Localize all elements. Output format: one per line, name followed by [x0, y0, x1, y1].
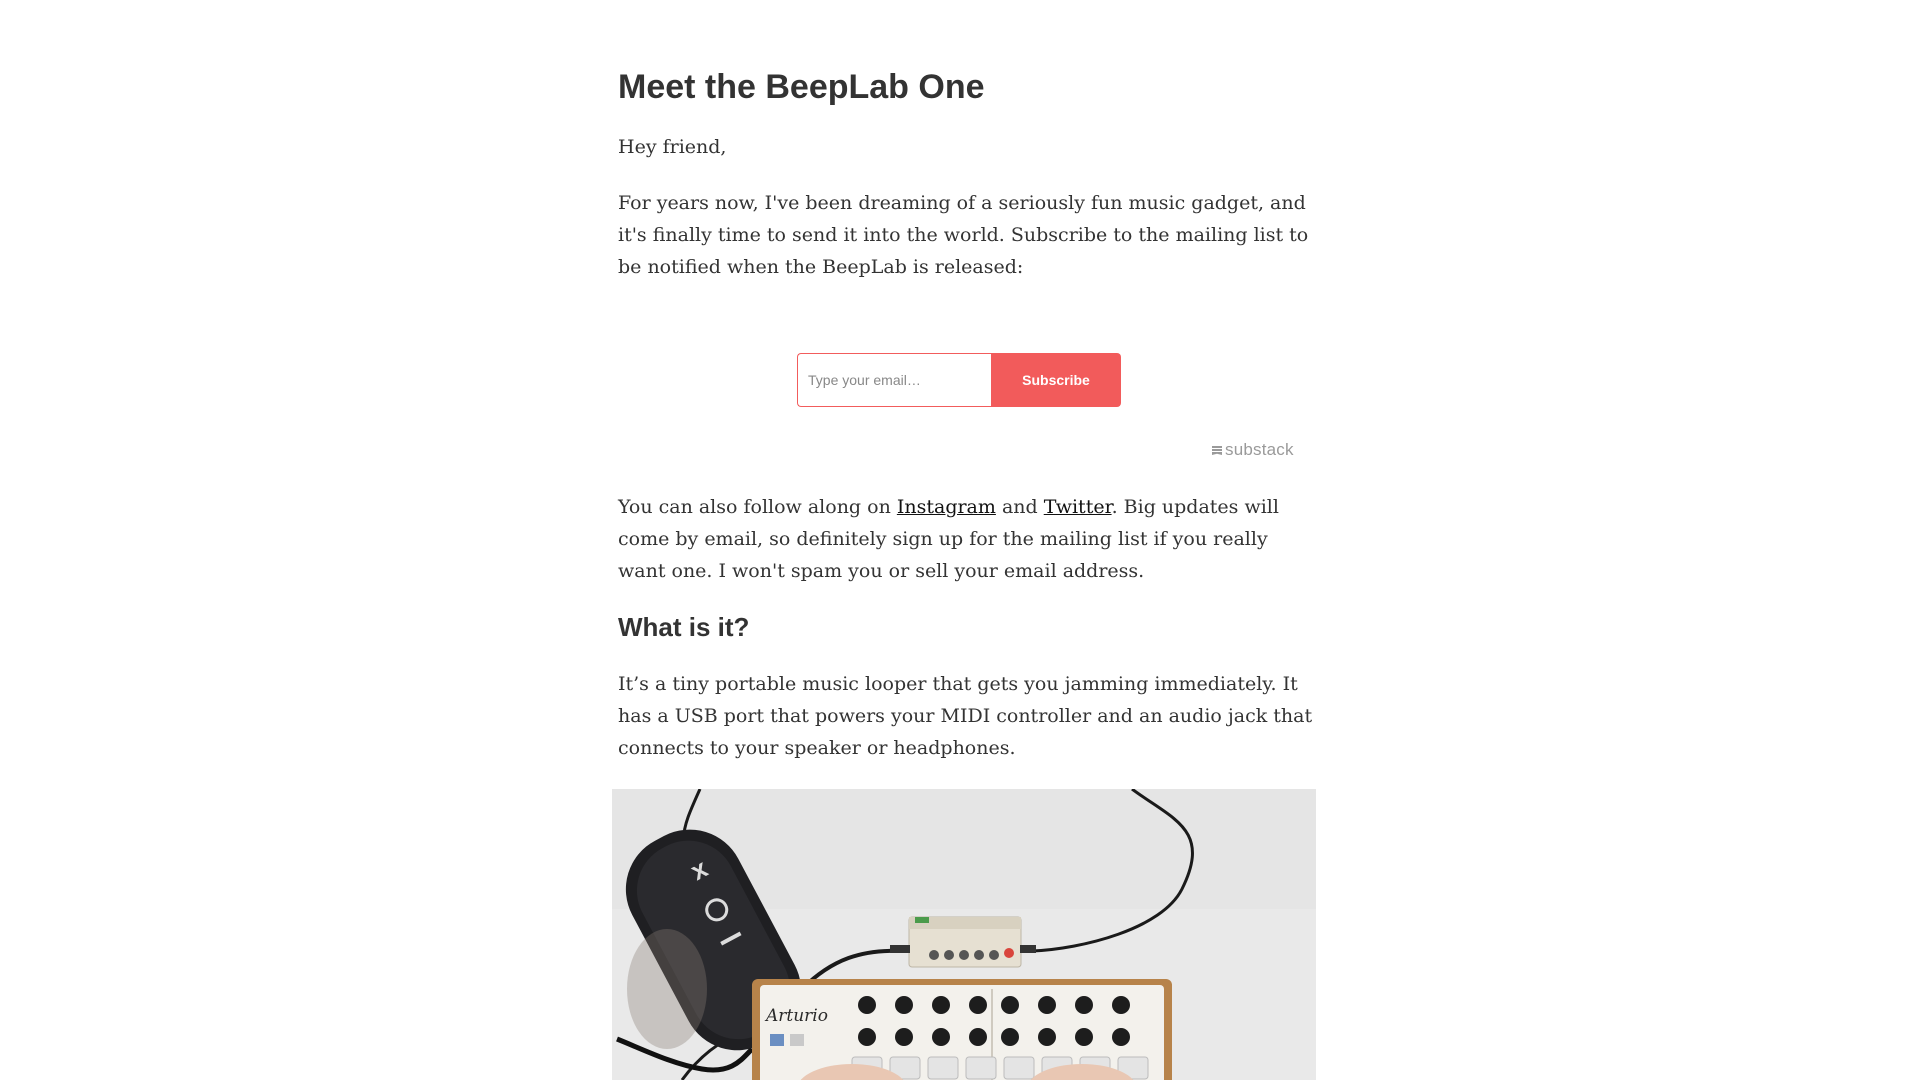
intro-paragraph: For years now, I've been dreaming of a s… [618, 192, 1309, 278]
page-title: Meet the BeepLab One [618, 68, 985, 106]
email-input[interactable] [797, 353, 991, 407]
product-photo-illustration: x Arturio [612, 789, 1316, 1080]
product-photo: x Arturio [612, 789, 1316, 1080]
section-heading: What is it? [618, 612, 750, 642]
follow-prefix-text: You can also follow along on [618, 496, 897, 518]
greeting-paragraph: Hey friend, [618, 136, 727, 158]
instagram-link[interactable]: Instagram [897, 496, 996, 518]
follow-and-text: and [995, 496, 1044, 518]
follow-paragraph: You can also follow along on Instagram a… [618, 491, 1318, 587]
substack-logo-icon [1212, 445, 1222, 455]
substack-wordmark: substack [1225, 440, 1294, 459]
midi-controller: Arturio [752, 979, 1172, 1080]
subscribe-form: Subscribe [797, 353, 1121, 407]
substack-badge[interactable]: substack [1212, 440, 1294, 460]
looper-device [890, 916, 1036, 968]
description-paragraph: It’s a tiny portable music looper that g… [618, 673, 1313, 759]
subscribe-button[interactable]: Subscribe [991, 353, 1121, 407]
controller-brand-label: Arturio [764, 1006, 828, 1026]
twitter-link[interactable]: Twitter [1044, 496, 1112, 518]
